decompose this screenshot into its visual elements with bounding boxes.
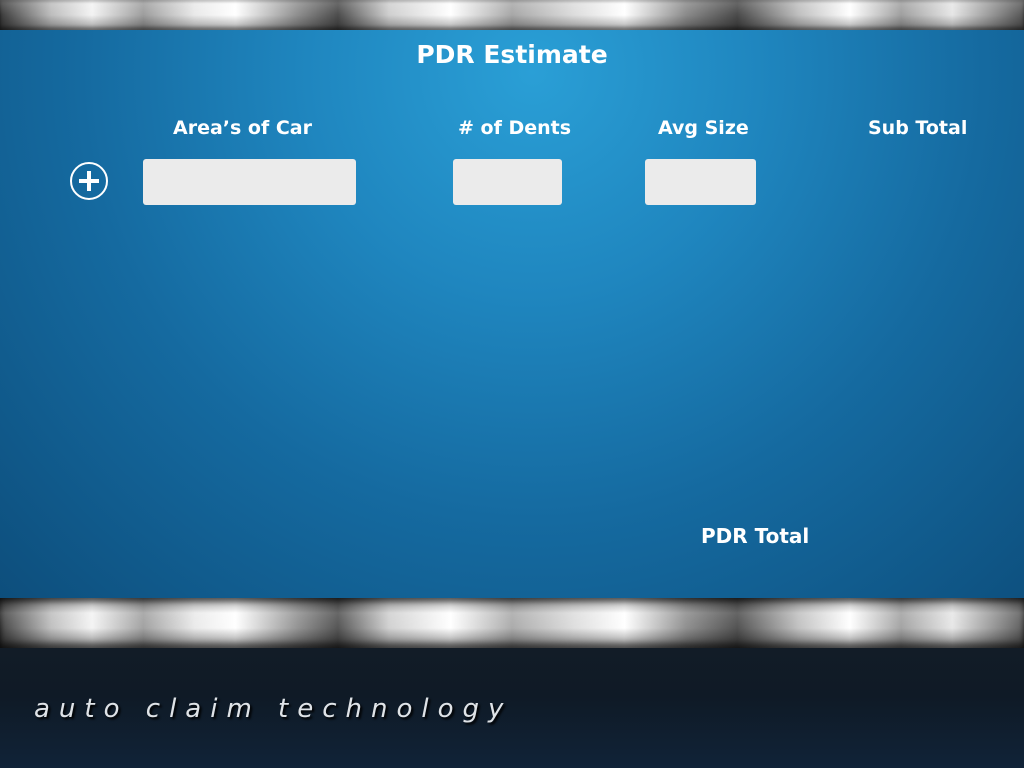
column-header-area: Area’s of Car — [173, 117, 312, 139]
page-title: PDR Estimate — [416, 40, 608, 69]
column-header-sub-total: Sub Total — [868, 117, 968, 139]
dents-input[interactable] — [453, 159, 562, 205]
column-header-avg-size: Avg Size — [658, 117, 749, 139]
estimate-panel — [0, 0, 1024, 600]
add-row-button[interactable] — [70, 162, 108, 200]
avg-size-input[interactable] — [645, 159, 756, 205]
top-chrome-bar — [0, 0, 1024, 30]
column-header-dents: # of Dents — [458, 117, 572, 139]
brand-logo-text: auto claim technology — [34, 694, 513, 724]
area-input[interactable] — [143, 159, 356, 205]
pdr-total-label: PDR Total — [701, 524, 810, 548]
bottom-chrome-bar — [0, 598, 1024, 648]
